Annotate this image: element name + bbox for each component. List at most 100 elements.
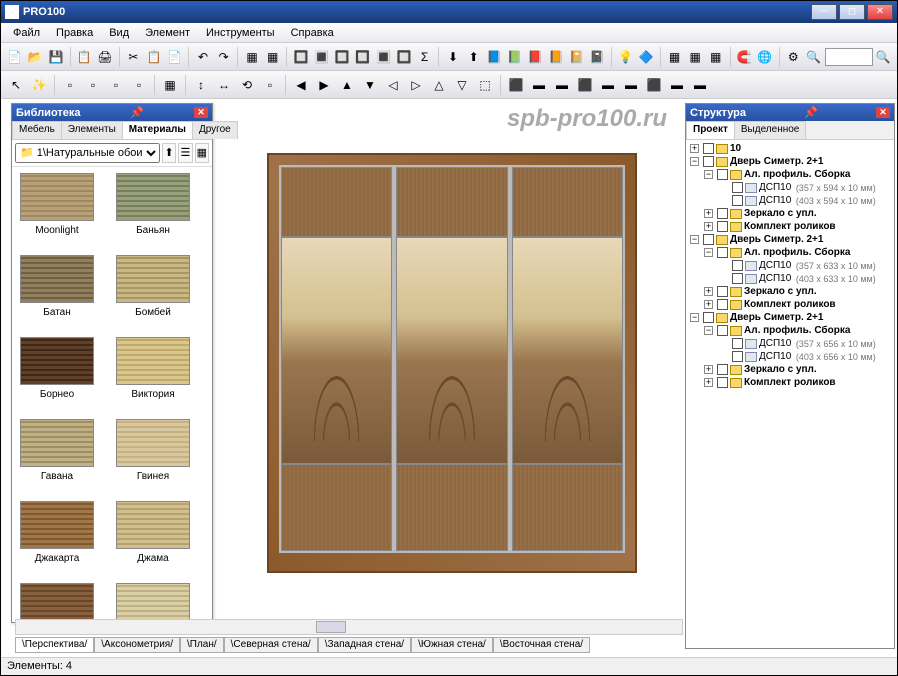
minimize-button[interactable]: ─ <box>811 4 837 20</box>
tree-node[interactable]: ДСП10 (357 x 656 x 10 мм) <box>688 337 892 350</box>
tree-node[interactable]: +Комплект роликов <box>688 298 892 311</box>
toolbar-button[interactable]: ▲ <box>336 74 358 96</box>
tab-Материалы[interactable]: Материалы <box>122 121 193 139</box>
checkbox[interactable] <box>717 169 728 180</box>
tab-Мебель[interactable]: Мебель <box>12 121 62 139</box>
toolbar-button[interactable]: 💾 <box>46 46 66 68</box>
checkbox[interactable] <box>732 260 743 271</box>
toolbar-button[interactable]: ✂ <box>124 46 144 68</box>
expand-icon[interactable]: + <box>704 365 713 374</box>
checkbox[interactable] <box>717 377 728 388</box>
wardrobe-model[interactable] <box>267 153 637 573</box>
material-item[interactable]: Батан <box>16 253 98 331</box>
expand-icon[interactable]: + <box>704 287 713 296</box>
path-select[interactable]: 📁 1\Натуральные обои <box>15 143 160 163</box>
tree-node[interactable]: +Зеркало с упл. <box>688 363 892 376</box>
checkbox[interactable] <box>717 286 728 297</box>
material-item[interactable]: Гавана <box>16 417 98 495</box>
tree-node[interactable]: −Дверь Симетр. 2+1 <box>688 155 892 168</box>
toolbar-button[interactable]: ◁ <box>382 74 404 96</box>
toolbar-input[interactable] <box>825 48 873 66</box>
view-list-button[interactable]: ☰ <box>178 143 192 163</box>
toolbar-button[interactable]: 🔲 <box>332 46 352 68</box>
toolbar-button[interactable]: ⬛ <box>505 74 527 96</box>
viewtab-Южная стена[interactable]: \Южная стена/ <box>411 637 493 653</box>
tree-node[interactable]: ДСП10 (403 x 594 x 10 мм) <box>688 194 892 207</box>
toolbar-button[interactable]: ✨ <box>28 74 50 96</box>
toolbar-button[interactable]: 🔷 <box>636 46 656 68</box>
toolbar-button[interactable]: ↷ <box>214 46 234 68</box>
checkbox[interactable] <box>732 273 743 284</box>
library-header[interactable]: Библиотека 📌 ✕ <box>12 104 212 121</box>
library-grid[interactable]: MoonlightБаньянБатанБомбейБорнеоВиктория… <box>12 167 212 625</box>
expand-icon[interactable]: − <box>704 326 713 335</box>
toolbar-button[interactable]: ▫ <box>105 74 127 96</box>
toolbar-button[interactable]: ▦ <box>159 74 181 96</box>
close-button[interactable]: ✕ <box>867 4 893 20</box>
checkbox[interactable] <box>703 156 714 167</box>
toolbar-button[interactable]: ⟲ <box>236 74 258 96</box>
toolbar-button[interactable]: 🔲 <box>353 46 373 68</box>
viewtab-Перспектива[interactable]: \Перспектива/ <box>15 637 94 653</box>
expand-icon[interactable]: + <box>704 222 713 231</box>
toolbar-button[interactable]: ▦ <box>665 46 685 68</box>
tab-Выделенное[interactable]: Выделенное <box>734 121 807 139</box>
structure-header[interactable]: Структура 📌 ✕ <box>686 104 894 121</box>
toolbar-button[interactable]: 🔲 <box>394 46 414 68</box>
material-item[interactable]: Гвинея <box>112 417 194 495</box>
checkbox[interactable] <box>717 247 728 258</box>
toolbar-button[interactable]: ▬ <box>620 74 642 96</box>
viewtab-Аксонометрия[interactable]: \Аксонометрия/ <box>94 637 180 653</box>
menu-Справка[interactable]: Справка <box>283 25 342 41</box>
material-item[interactable]: Баньян <box>112 171 194 249</box>
close-panel-button[interactable]: ✕ <box>876 107 890 118</box>
tree-node[interactable]: ДСП10 (403 x 633 x 10 мм) <box>688 272 892 285</box>
expand-icon[interactable]: − <box>690 157 699 166</box>
checkbox[interactable] <box>732 351 743 362</box>
checkbox[interactable] <box>717 299 728 310</box>
material-item[interactable]: Джама <box>112 499 194 577</box>
toolbar-button[interactable]: 💡 <box>616 46 636 68</box>
viewport-3d[interactable] <box>225 103 679 623</box>
expand-icon[interactable]: + <box>704 209 713 218</box>
toolbar-button[interactable]: ↔ <box>213 74 235 96</box>
horizontal-scrollbar[interactable] <box>15 619 683 635</box>
toolbar-button[interactable]: ▫ <box>59 74 81 96</box>
checkbox[interactable] <box>732 182 743 193</box>
material-item[interactable]: Бомбей <box>112 253 194 331</box>
expand-icon[interactable]: + <box>690 144 699 153</box>
toolbar-button[interactable]: ▦ <box>263 46 283 68</box>
toolbar-button[interactable]: ▷ <box>405 74 427 96</box>
checkbox[interactable] <box>717 364 728 375</box>
viewtab-Западная стена[interactable]: \Западная стена/ <box>318 637 411 653</box>
toolbar-button[interactable]: ▫ <box>128 74 150 96</box>
material-item[interactable]: Джакарта <box>16 499 98 577</box>
structure-tree[interactable]: +10−Дверь Симетр. 2+1−Ал. профиль. Сборк… <box>686 140 894 644</box>
tree-node[interactable]: +Зеркало с упл. <box>688 207 892 220</box>
toolbar-button[interactable]: 🔍 <box>804 46 824 68</box>
toolbar-button[interactable]: ⬆ <box>464 46 484 68</box>
expand-icon[interactable]: − <box>690 235 699 244</box>
toolbar-button[interactable]: ▦ <box>242 46 262 68</box>
toolbar-button[interactable]: ◀ <box>290 74 312 96</box>
toolbar-button[interactable]: ⬛ <box>643 74 665 96</box>
toolbar-button[interactable]: 📔 <box>567 46 587 68</box>
tree-node[interactable]: −Дверь Симетр. 2+1 <box>688 233 892 246</box>
pin-icon[interactable]: 📌 <box>130 106 144 119</box>
viewtab-План[interactable]: \План/ <box>180 637 224 653</box>
toolbar-button[interactable]: ⬚ <box>474 74 496 96</box>
pin-icon[interactable]: 📌 <box>804 106 818 119</box>
tree-node[interactable]: ДСП10 (357 x 633 x 10 мм) <box>688 259 892 272</box>
material-item[interactable]: Борнео <box>16 335 98 413</box>
tree-node[interactable]: −Ал. профиль. Сборка <box>688 168 892 181</box>
checkbox[interactable] <box>717 221 728 232</box>
toolbar-button[interactable]: 📋 <box>144 46 164 68</box>
menu-Вид[interactable]: Вид <box>101 25 137 41</box>
toolbar-button[interactable]: ▬ <box>597 74 619 96</box>
toolbar-button[interactable]: ⬇ <box>443 46 463 68</box>
toolbar-button[interactable]: 📂 <box>26 46 46 68</box>
toolbar-button[interactable]: ▬ <box>666 74 688 96</box>
toolbar-button[interactable]: 📄 <box>165 46 185 68</box>
view-grid-button[interactable]: ▦ <box>195 143 209 163</box>
toolbar-button[interactable]: 📋 <box>75 46 95 68</box>
